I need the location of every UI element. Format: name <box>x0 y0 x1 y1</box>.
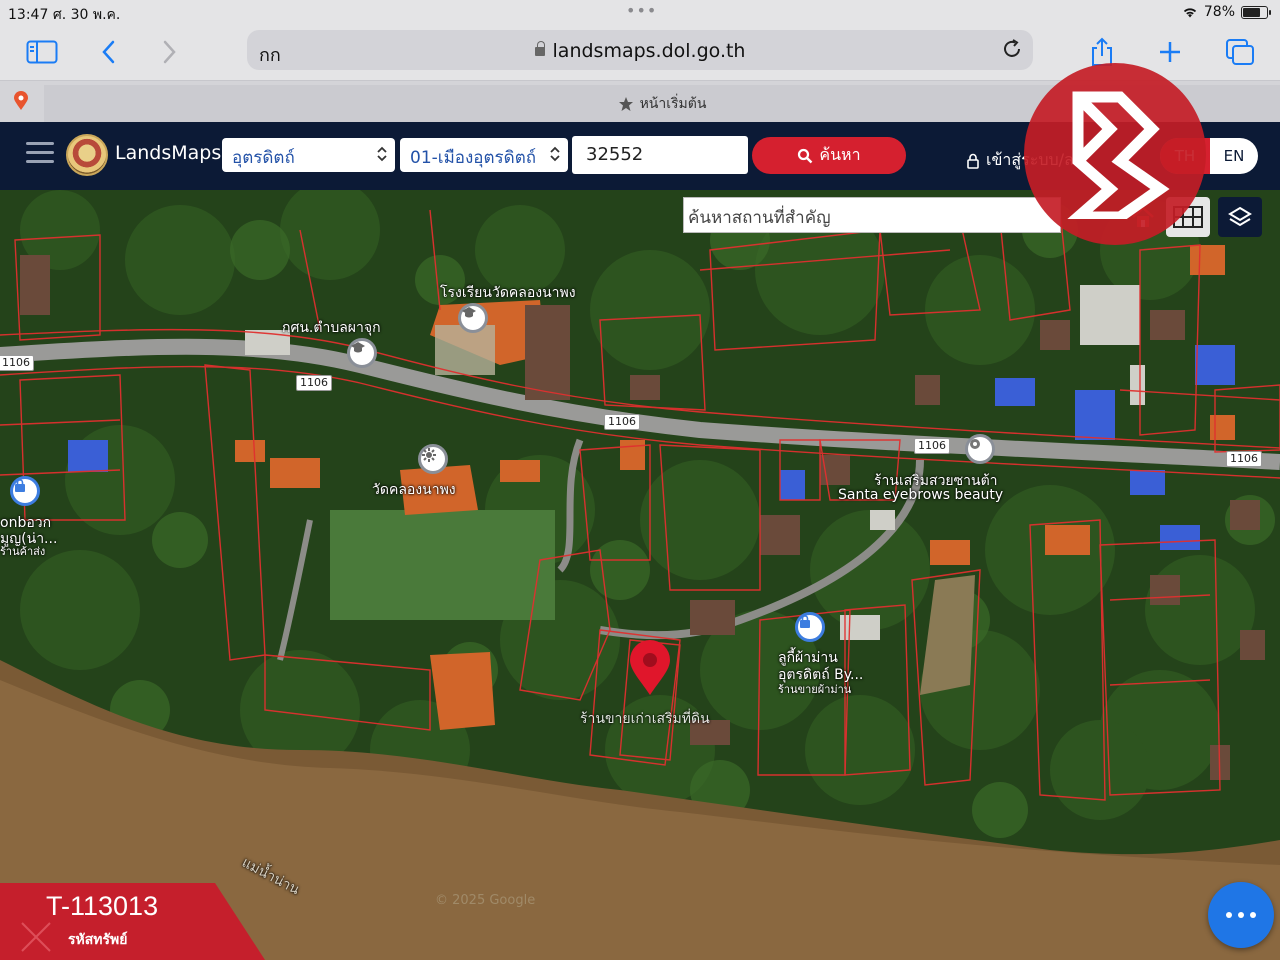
battery-percent: 78% <box>1203 4 1235 20</box>
google-copyright: © 2025 Google <box>435 893 536 908</box>
satellite-map[interactable]: 1106 1106 1106 1106 1106 โรงเรียนวัดคลอง… <box>0 190 1280 960</box>
temple-poi-icon[interactable] <box>418 444 448 474</box>
lock-icon <box>534 41 545 56</box>
school-label: โรงเรียนวัดคลองนาพง <box>440 285 576 301</box>
status-bar: 13:47 ศ. 30 พ.ค. ••• 78% <box>0 0 1280 24</box>
star-icon <box>618 96 633 111</box>
beauty-shop-label-en: Santa eyebrows beauty <box>838 487 1004 503</box>
status-right: 78% <box>1182 4 1271 20</box>
pinned-tab-icon[interactable] <box>12 91 30 115</box>
school-poi-icon[interactable] <box>458 303 488 333</box>
forward-icon[interactable] <box>150 32 190 72</box>
road-number-tag: 1106 <box>0 355 34 371</box>
school-poi-icon[interactable] <box>347 338 377 368</box>
address-bar[interactable]: กก landsmaps.dol.go.th <box>247 30 1033 70</box>
back-icon[interactable] <box>88 32 128 72</box>
brand-watermark-logo <box>1024 63 1206 245</box>
dot-icon <box>1250 912 1256 918</box>
chevron-updown-icon <box>550 146 560 162</box>
parcel-number-input[interactable]: 32552 <box>572 136 748 174</box>
search-button-label: ค้นหา <box>819 145 861 164</box>
poi-search-input[interactable]: ค้นหาสถานที่สำคัญ <box>683 197 1061 233</box>
search-icon <box>798 148 813 163</box>
tab-title: หน้าเริ่มต้น <box>639 95 707 112</box>
dot-icon <box>1226 912 1232 918</box>
chevron-updown-icon <box>377 146 387 162</box>
status-time: 13:47 ศ. 30 พ.ค. <box>8 7 121 23</box>
lock-icon <box>967 153 979 169</box>
province-select[interactable]: อุตรดิตถ์ <box>222 138 395 172</box>
multitasking-dots-icon[interactable]: ••• <box>626 1 657 20</box>
tabs-overview-icon[interactable] <box>1220 32 1260 72</box>
listing-code: T-113013 <box>46 891 159 921</box>
road-number-tag: 1106 <box>296 375 332 391</box>
layers-icon[interactable] <box>1218 197 1262 237</box>
dot-icon <box>1238 912 1244 918</box>
sidebar-icon[interactable] <box>22 32 62 72</box>
dol-seal-logo <box>66 134 108 176</box>
district-select[interactable]: 01-เมืองอุตรดิตถ์ <box>400 138 568 172</box>
shopping-poi-icon[interactable] <box>795 612 825 642</box>
url-text: landsmaps.dol.go.th <box>247 40 1033 62</box>
new-tab-icon[interactable] <box>1150 32 1190 72</box>
menu-icon[interactable] <box>26 142 54 168</box>
province-value: อุตรดิตถ์ <box>232 148 295 168</box>
map-imagery <box>0 190 1280 960</box>
shop-poi-icon[interactable] <box>965 434 995 464</box>
lang-en-button[interactable]: EN <box>1210 138 1258 174</box>
battery-icon <box>1241 5 1271 19</box>
nfe-center-label: กศน.ตำบลผาจุก <box>282 320 381 336</box>
district-value: 01-เมืองอุตรดิตถ์ <box>410 148 537 168</box>
listing-code-badge: T-113013 รหัสทรัพย์ <box>0 883 265 960</box>
left-shop-label-3: ร้านค้าส่ง <box>0 545 46 558</box>
road-number-tag: 1106 <box>604 414 640 430</box>
road-number-tag: 1106 <box>914 438 950 454</box>
brand-name: LandsMaps <box>115 142 222 164</box>
listing-code-label: รหัสทรัพย์ <box>68 932 128 948</box>
reload-icon[interactable] <box>1001 38 1023 64</box>
shopping-poi-icon[interactable] <box>10 476 40 506</box>
temple-label: วัดคลองนาพง <box>372 482 456 498</box>
more-options-button[interactable] <box>1208 882 1274 948</box>
curtain-shop-label-3: ร้านขายผ้าม่าน <box>778 683 852 696</box>
search-button[interactable]: ค้นหา <box>752 137 906 174</box>
wifi-icon <box>1183 8 1196 18</box>
land-shop-label: ร้านขายเก่าเสริมที่ดิน <box>580 711 710 727</box>
road-number-tag: 1106 <box>1226 451 1262 467</box>
